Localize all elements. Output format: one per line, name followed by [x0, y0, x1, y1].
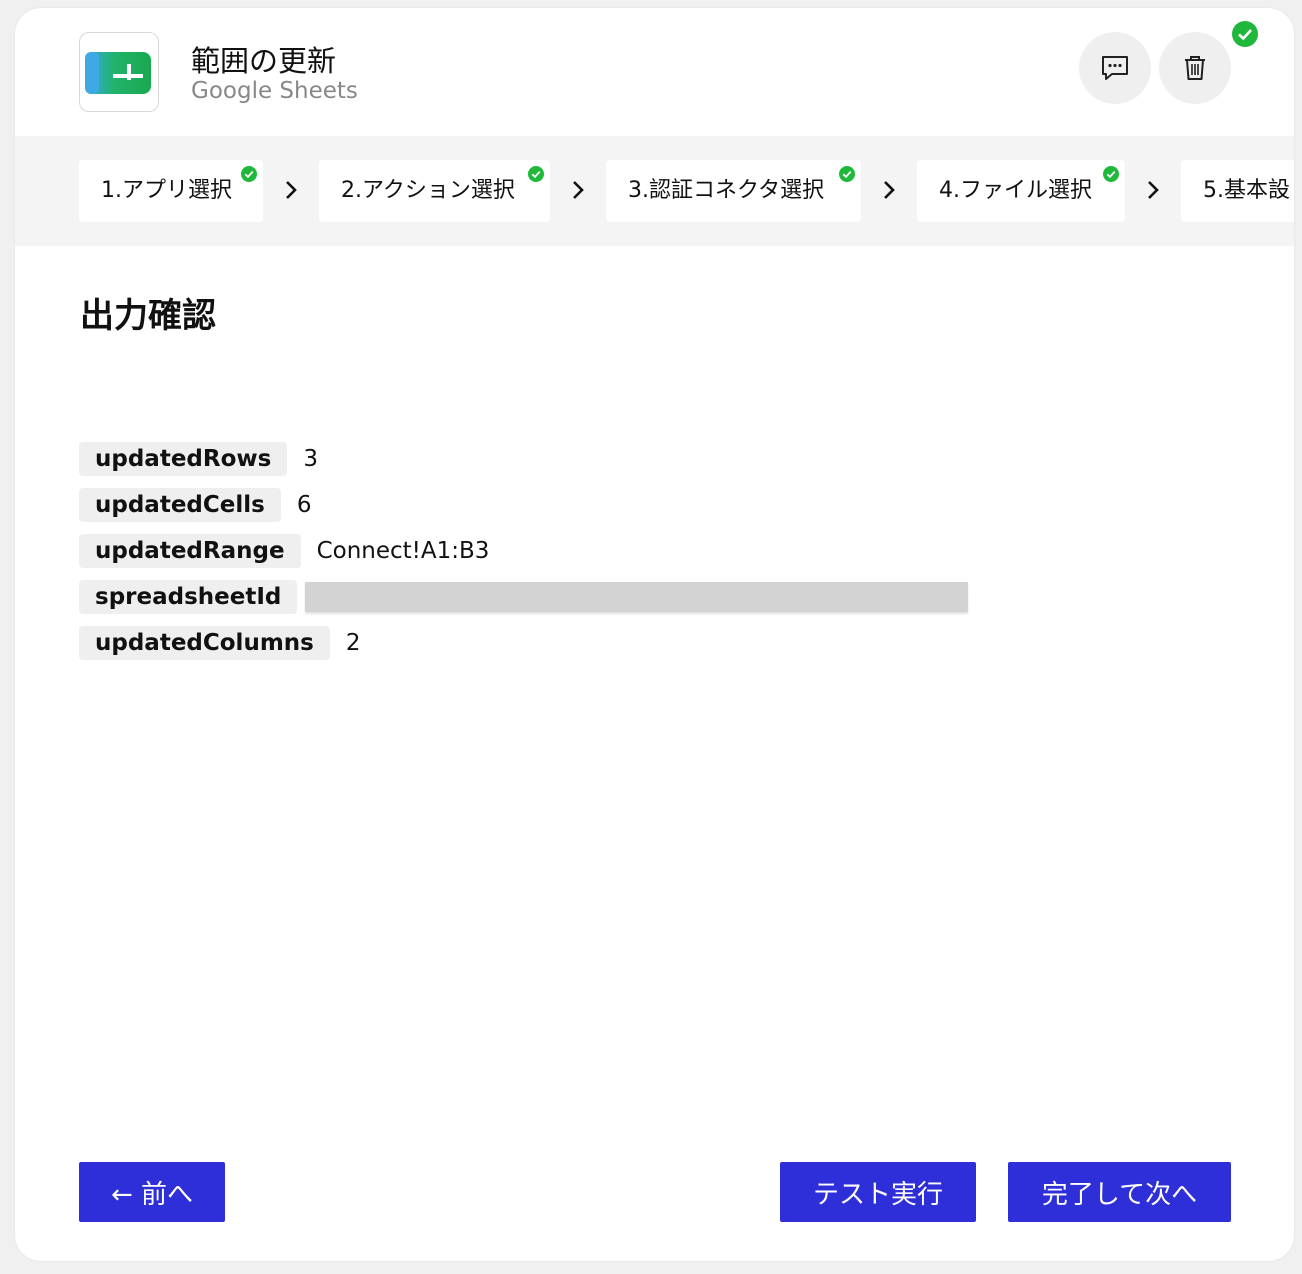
app-subtitle: Google Sheets	[191, 78, 358, 104]
app-icon	[79, 32, 159, 112]
output-value: 6	[296, 492, 312, 518]
output-row: spreadsheetId	[79, 580, 969, 614]
delete-button[interactable]	[1159, 32, 1231, 104]
output-value: 2	[345, 630, 361, 656]
output-key: updatedCells	[79, 488, 281, 522]
redacted-value	[305, 582, 969, 612]
step-complete-icon	[528, 166, 544, 182]
step-label: 4.ファイル選択	[939, 178, 1092, 203]
complete-next-button[interactable]: 完了して次へ	[1008, 1162, 1231, 1222]
step-label: 1.アプリ選択	[101, 178, 232, 203]
step-label: 2.アクション選択	[341, 178, 515, 203]
output-row: updatedRows 3	[79, 442, 318, 476]
output-value: Connect!A1:B3	[316, 538, 490, 564]
step-file-select[interactable]: 4.ファイル選択	[917, 160, 1125, 222]
output-value: 3	[303, 446, 318, 472]
step-app-select[interactable]: 1.アプリ選択	[79, 160, 263, 222]
output-row: updatedRange Connect!A1:B3	[79, 534, 489, 568]
comment-icon	[1102, 56, 1128, 80]
step-complete-icon	[839, 166, 855, 182]
chevron-right-icon	[884, 181, 895, 199]
prev-button[interactable]: ← 前へ	[79, 1162, 225, 1222]
output-row: updatedCells 6	[79, 488, 311, 522]
output-key: updatedRange	[79, 534, 301, 568]
step-complete-icon	[241, 166, 257, 182]
chevron-right-icon	[286, 181, 297, 199]
steps-bar: 1.アプリ選択 2.アクション選択 3.認証コネクタ選択 4.ファイル選択 5.…	[15, 136, 1294, 246]
step-basic-settings[interactable]: 5.基本設	[1181, 160, 1294, 222]
section-title: 出力確認	[80, 296, 216, 336]
app-title: 範囲の更新	[191, 44, 337, 78]
step-action-select[interactable]: 2.アクション選択	[319, 160, 550, 222]
output-key: updatedRows	[79, 442, 288, 476]
completed-check-icon	[1232, 21, 1258, 47]
chevron-right-icon	[1148, 181, 1159, 199]
trash-icon	[1185, 56, 1205, 80]
output-key: spreadsheetId	[79, 580, 298, 614]
step-label: 3.認証コネクタ選択	[628, 178, 825, 203]
chevron-right-icon	[573, 181, 584, 199]
test-run-button[interactable]: テスト実行	[780, 1162, 976, 1222]
output-key: updatedColumns	[79, 626, 330, 660]
google-sheets-icon	[85, 52, 151, 94]
step-editor-modal: 範囲の更新 Google Sheets 1.アプリ選択 2.アクション選択 3.…	[15, 8, 1294, 1261]
output-row: updatedColumns 2	[79, 626, 361, 660]
step-complete-icon	[1103, 166, 1119, 182]
comment-button[interactable]	[1079, 32, 1151, 104]
step-connector-select[interactable]: 3.認証コネクタ選択	[606, 160, 861, 222]
step-label: 5.基本設	[1203, 178, 1290, 203]
